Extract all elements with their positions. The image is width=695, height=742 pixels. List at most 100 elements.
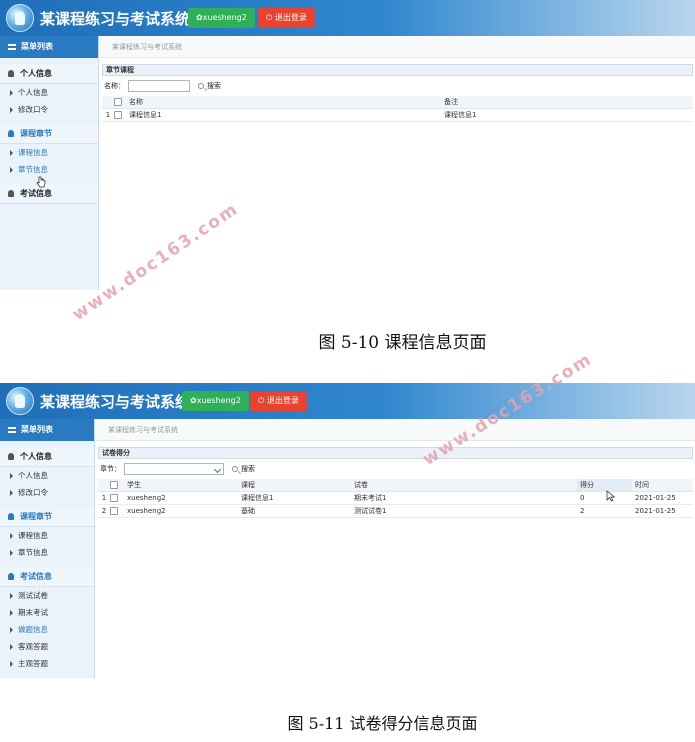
sidebar-item-subjective-answers[interactable]: 主观答题 bbox=[0, 655, 94, 672]
sidebar-item-label: 测试试卷 bbox=[18, 591, 48, 600]
sidebar-group-exams[interactable]: 考试信息 bbox=[0, 184, 98, 204]
sidebar-item-test-paper[interactable]: 测试试卷 bbox=[0, 587, 94, 604]
caret-right-icon bbox=[10, 90, 13, 96]
caret-right-icon bbox=[10, 550, 13, 556]
menu-icon bbox=[8, 426, 16, 433]
caret-right-icon bbox=[10, 593, 13, 599]
filter-label: 名称： bbox=[104, 82, 125, 90]
caret-right-icon bbox=[10, 490, 13, 496]
cell-time: 2021-01-25 bbox=[632, 491, 693, 505]
main-content: 某课程练习与考试系统 章节课程 名称： 搜索 名称 备注 1 课程信息1 课程信… bbox=[100, 36, 695, 290]
table-header-row: 名称 备注 bbox=[102, 96, 693, 109]
user-icon bbox=[8, 453, 14, 460]
cell-paper: 期末考试1 bbox=[351, 491, 577, 505]
row-checkbox[interactable] bbox=[110, 493, 118, 502]
menu-icon bbox=[8, 43, 16, 50]
name-search-input[interactable] bbox=[128, 80, 190, 92]
app-title: 某课程练习与考试系统 bbox=[40, 393, 191, 411]
breadcrumb: 某课程练习与考试系统 bbox=[100, 36, 695, 58]
row-number: 1 bbox=[102, 108, 114, 122]
user-icon bbox=[8, 70, 14, 77]
table-row[interactable]: 1 课程信息1 课程信息1 bbox=[102, 108, 693, 122]
sidebar-group-label: 考试信息 bbox=[20, 572, 52, 581]
sidebar-group-label: 考试信息 bbox=[20, 189, 52, 198]
sidebar-item-chapter-info[interactable]: 章节信息 bbox=[0, 161, 98, 178]
sidebar-group-personal[interactable]: 个人信息 bbox=[0, 64, 98, 84]
search-button[interactable]: 搜索 bbox=[232, 461, 255, 477]
sidebar-item-answer-info[interactable]: 做题信息 bbox=[0, 621, 94, 638]
chapter-select[interactable] bbox=[124, 463, 224, 475]
sidebar-item-label: 主观答题 bbox=[18, 659, 48, 668]
sidebar-group-chapters[interactable]: 课程章节 bbox=[0, 124, 98, 144]
row-checkbox[interactable] bbox=[114, 110, 122, 119]
hand-cursor-icon bbox=[36, 176, 46, 188]
sidebar-group-exams[interactable]: 考试信息 bbox=[0, 567, 94, 587]
filter-toolbar: 章节： 搜索 bbox=[100, 461, 693, 477]
figure-caption-1: 图 5-10 课程信息页面 bbox=[318, 333, 487, 353]
select-all-checkbox[interactable] bbox=[114, 97, 122, 106]
cell-score: 2 bbox=[577, 504, 632, 518]
panel-title: 章节课程 bbox=[102, 64, 693, 76]
user-icon bbox=[8, 190, 14, 197]
logout-button[interactable]: ⏻ 退出登录 bbox=[258, 8, 315, 28]
sidebar-item-objective-answers[interactable]: 客观答题 bbox=[0, 638, 94, 655]
caret-right-icon bbox=[10, 167, 13, 173]
sidebar-item-personal-info[interactable]: 个人信息 bbox=[0, 84, 98, 101]
table-row[interactable]: 2 xuesheng2 基础 测试试卷1 2 2021-01-25 bbox=[98, 504, 693, 518]
caret-right-icon bbox=[10, 610, 13, 616]
caret-right-icon bbox=[10, 627, 13, 633]
sidebar-item-change-password[interactable]: 修改口令 bbox=[0, 484, 94, 501]
sidebar-item-course-info[interactable]: 课程信息 bbox=[0, 527, 94, 544]
table-header-row: 学生 课程 试卷 得分 时间 bbox=[98, 479, 693, 492]
column-header-note[interactable]: 备注 bbox=[441, 96, 693, 109]
sidebar-group-label: 课程章节 bbox=[20, 512, 52, 521]
sidebar-item-personal-info[interactable]: 个人信息 bbox=[0, 467, 94, 484]
column-header-student[interactable]: 学生 bbox=[124, 479, 238, 492]
search-icon bbox=[232, 466, 238, 472]
user-button[interactable]: ✿xuesheng2 bbox=[182, 391, 249, 411]
sidebar-group-personal[interactable]: 个人信息 bbox=[0, 447, 94, 467]
breadcrumb: 某课程练习与考试系统 bbox=[96, 419, 695, 441]
user-button[interactable]: ✿xuesheng2 bbox=[188, 8, 255, 28]
caret-right-icon bbox=[10, 661, 13, 667]
cell-score: 0 bbox=[577, 491, 632, 505]
column-header-time[interactable]: 时间 bbox=[632, 479, 693, 492]
caret-right-icon bbox=[10, 644, 13, 650]
app-logo-icon bbox=[6, 4, 34, 32]
score-table: 学生 课程 试卷 得分 时间 1 xuesheng2 课程信息1 期末考试1 0… bbox=[98, 479, 693, 518]
figure-caption-2: 图 5-11 试卷得分信息页面 bbox=[287, 714, 478, 733]
table-row[interactable]: 1 xuesheng2 课程信息1 期末考试1 0 2021-01-25 bbox=[98, 491, 693, 505]
column-header-score[interactable]: 得分 bbox=[577, 479, 632, 492]
caret-right-icon bbox=[10, 473, 13, 479]
cell-note: 课程信息1 bbox=[441, 108, 693, 122]
screenshot-course-info: 某课程练习与考试系统 ✿xuesheng2 ⏻ 退出登录 菜单列表 个人信息 个… bbox=[0, 0, 695, 290]
sidebar-item-chapter-info[interactable]: 章节信息 bbox=[0, 544, 94, 561]
row-number: 1 bbox=[98, 491, 110, 505]
sidebar-item-label: 修改口令 bbox=[18, 488, 48, 497]
sidebar-item-label: 章节信息 bbox=[18, 165, 48, 174]
sidebar-item-change-password[interactable]: 修改口令 bbox=[0, 101, 98, 118]
column-header-paper[interactable]: 试卷 bbox=[351, 479, 577, 492]
sidebar-item-label: 做题信息 bbox=[18, 625, 48, 634]
column-header-name[interactable]: 名称 bbox=[126, 96, 441, 109]
select-all-checkbox[interactable] bbox=[110, 480, 118, 489]
column-header-course[interactable]: 课程 bbox=[238, 479, 351, 492]
row-checkbox[interactable] bbox=[110, 506, 118, 515]
search-button[interactable]: 搜索 bbox=[198, 78, 221, 94]
sidebar-item-final-exam[interactable]: 期末考试 bbox=[0, 604, 94, 621]
sidebar-header: 菜单列表 bbox=[0, 36, 98, 58]
logout-button[interactable]: ⏻ 退出登录 bbox=[250, 391, 307, 411]
sidebar-item-label: 个人信息 bbox=[18, 88, 48, 97]
sidebar-item-label: 课程信息 bbox=[18, 531, 48, 540]
sidebar-group-chapters[interactable]: 课程章节 bbox=[0, 507, 94, 527]
sidebar-item-course-info[interactable]: 课程信息 bbox=[0, 144, 98, 161]
main-content: 某课程练习与考试系统 试卷得分 章节： 搜索 学生 课程 试卷 得分 时间 1 … bbox=[96, 419, 695, 678]
sidebar-item-label: 章节信息 bbox=[18, 548, 48, 557]
caret-right-icon bbox=[10, 150, 13, 156]
sidebar-header: 菜单列表 bbox=[0, 419, 94, 441]
search-label: 搜索 bbox=[207, 82, 221, 90]
caret-right-icon bbox=[10, 107, 13, 113]
panel-title: 试卷得分 bbox=[98, 447, 693, 459]
search-icon bbox=[198, 83, 204, 89]
search-label: 搜索 bbox=[241, 465, 255, 473]
